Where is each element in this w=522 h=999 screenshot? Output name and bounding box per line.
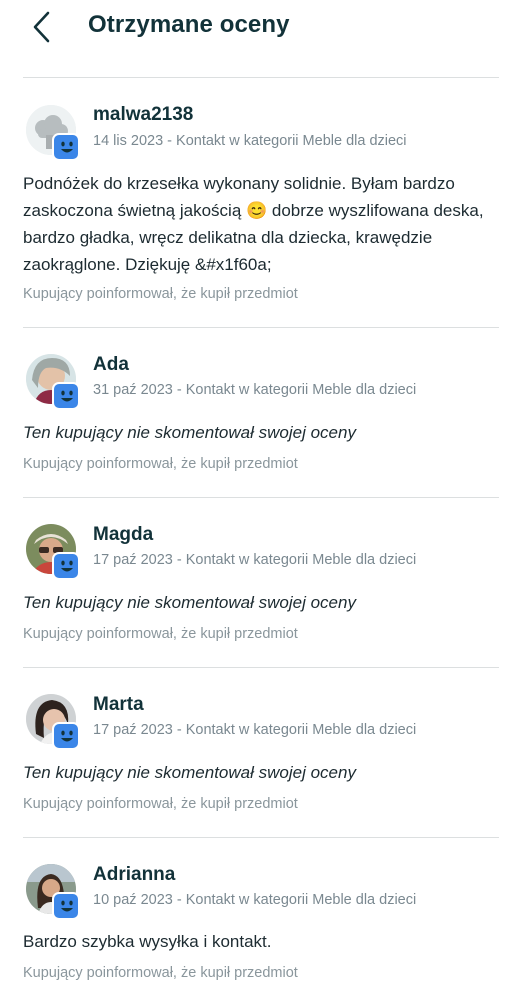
smile-badge-icon — [52, 892, 80, 920]
review-comment: Podnóżek do krzesełka wykonany solidnie.… — [23, 174, 484, 274]
review-comment: Bardzo szybka wysyłka i kontakt. — [23, 932, 272, 951]
review-meta: 10 paź 2023 - Kontakt w kategorii Meble … — [93, 892, 417, 908]
avatar[interactable] — [26, 105, 82, 161]
review-meta: 31 paź 2023 - Kontakt w kategorii Meble … — [93, 382, 417, 398]
review-comment: Ten kupujący nie skomentował swojej ocen… — [23, 423, 356, 442]
review-item: Adrianna 10 paź 2023 - Kontakt w kategor… — [0, 838, 522, 999]
username[interactable]: Marta — [93, 694, 144, 716]
smile-badge-icon — [52, 133, 80, 161]
purchase-note: Kupujący poinformował, że kupił przedmio… — [23, 796, 298, 812]
avatar[interactable] — [26, 694, 82, 750]
purchase-note: Kupujący poinformował, że kupił przedmio… — [23, 626, 298, 642]
review-comment: Ten kupujący nie skomentował swojej ocen… — [23, 593, 356, 612]
review-item: Marta 17 paź 2023 - Kontakt w kategorii … — [0, 668, 522, 837]
purchase-note: Kupujący poinformował, że kupił przedmio… — [23, 965, 298, 981]
username[interactable]: Ada — [93, 354, 129, 376]
top-bar: Otrzymane oceny — [0, 0, 522, 78]
avatar[interactable] — [26, 524, 82, 580]
review-meta: 17 paź 2023 - Kontakt w kategorii Meble … — [93, 722, 417, 738]
review-meta: 14 lis 2023 - Kontakt w kategorii Meble … — [93, 133, 407, 149]
username[interactable]: Adrianna — [93, 864, 175, 886]
username[interactable]: Magda — [93, 524, 153, 546]
review-item: Magda 17 paź 2023 - Kontakt w kategorii … — [0, 498, 522, 667]
avatar[interactable] — [26, 864, 82, 920]
review-comment: Ten kupujący nie skomentował swojej ocen… — [23, 763, 356, 782]
review-meta: 17 paź 2023 - Kontakt w kategorii Meble … — [93, 552, 417, 568]
review-item: Ada 31 paź 2023 - Kontakt w kategorii Me… — [0, 328, 522, 497]
smile-badge-icon — [52, 722, 80, 750]
page-title: Otrzymane oceny — [88, 11, 290, 38]
back-button[interactable] — [28, 10, 58, 44]
purchase-note: Kupujący poinformował, że kupił przedmio… — [23, 286, 298, 302]
smile-badge-icon — [52, 552, 80, 580]
username[interactable]: malwa2138 — [93, 104, 193, 126]
chevron-left-icon — [33, 11, 50, 43]
smile-badge-icon — [52, 382, 80, 410]
purchase-note: Kupujący poinformował, że kupił przedmio… — [23, 456, 298, 472]
review-item: malwa2138 14 lis 2023 - Kontakt w katego… — [0, 78, 522, 327]
avatar[interactable] — [26, 354, 82, 410]
